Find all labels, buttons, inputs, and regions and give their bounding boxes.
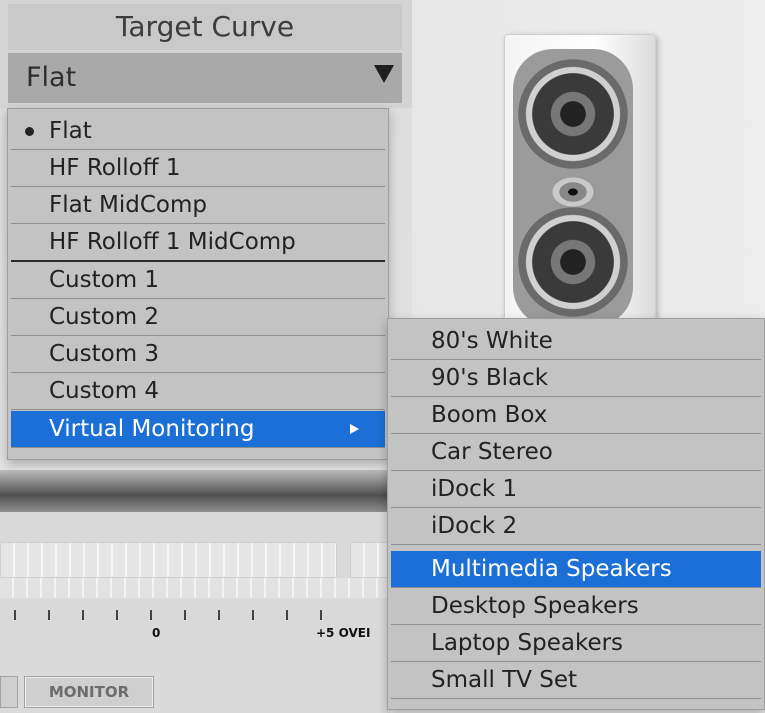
submenu-item-multimedia-speakers[interactable]: Multimedia Speakers (391, 551, 761, 588)
speaker-face (513, 49, 633, 327)
woofer-top (518, 59, 628, 169)
level-meter-small (350, 542, 392, 578)
menu-item-label: Custom 3 (49, 341, 160, 367)
checked-bullet-icon (25, 127, 34, 136)
menu-item-label: Virtual Monitoring (49, 416, 255, 442)
menu-item-custom-3[interactable]: Custom 3 (11, 336, 385, 373)
chevron-down-icon (374, 65, 394, 83)
submenu-item-label: iDock 2 (431, 513, 518, 539)
level-meter (0, 542, 337, 578)
menu-item-custom-2[interactable]: Custom 2 (11, 299, 385, 336)
submenu-item-small-tv-set[interactable]: Small TV Set (391, 662, 761, 699)
target-curve-title: Target Curve (8, 4, 402, 50)
menu-item-flat-midcomp[interactable]: Flat MidComp (11, 187, 385, 224)
submenu-arrow-icon (350, 424, 359, 434)
target-curve-panel: Target Curve Flat (0, 0, 413, 108)
monitor-button[interactable]: MONITOR (24, 676, 154, 708)
submenu-item-label: iDock 1 (431, 476, 518, 502)
speaker-image (504, 34, 656, 336)
divider-bar (0, 470, 390, 512)
target-curve-menu: Flat HF Rolloff 1 Flat MidComp HF Rollof… (7, 108, 389, 460)
target-curve-dropdown[interactable]: Flat (8, 52, 402, 103)
menu-item-hf-rolloff-1-midcomp[interactable]: HF Rolloff 1 MidComp (11, 224, 385, 262)
menu-item-label: Flat MidComp (49, 192, 208, 218)
submenu-item-label: 80's White (431, 328, 553, 354)
meter-ticks (14, 610, 334, 620)
submenu-item-label: Car Stereo (431, 439, 553, 465)
menu-item-label: Flat (49, 118, 92, 144)
submenu-item-80s-white[interactable]: 80's White (391, 323, 761, 360)
menu-item-label: Custom 2 (49, 304, 160, 330)
submenu-item-90s-black[interactable]: 90's Black (391, 360, 761, 397)
woofer-bottom (518, 207, 628, 317)
virtual-monitoring-submenu: 80's White 90's Black Boom Box Car Stere… (387, 318, 765, 710)
menu-item-label: Custom 4 (49, 378, 160, 404)
menu-item-label: HF Rolloff 1 MidComp (49, 229, 296, 255)
menu-item-virtual-monitoring[interactable]: Virtual Monitoring (11, 411, 385, 448)
submenu-item-label: Multimedia Speakers (431, 556, 672, 582)
left-edge-button[interactable] (0, 676, 18, 708)
menu-item-label: HF Rolloff 1 (49, 155, 181, 181)
meter-label-plus5: +5 OVEI (316, 626, 371, 640)
submenu-item-label: Boom Box (431, 402, 548, 428)
submenu-item-label: Desktop Speakers (431, 593, 639, 619)
submenu-item-label: Small TV Set (431, 667, 578, 693)
submenu-item-idock-2[interactable]: iDock 2 (391, 508, 761, 545)
submenu-item-idock-1[interactable]: iDock 1 (391, 471, 761, 508)
menu-item-flat[interactable]: Flat (11, 113, 385, 150)
target-curve-value: Flat (26, 62, 77, 93)
speaker-preview (412, 0, 765, 336)
level-meter-lower (0, 578, 390, 598)
submenu-item-desktop-speakers[interactable]: Desktop Speakers (391, 588, 761, 625)
menu-item-custom-1[interactable]: Custom 1 (11, 262, 385, 299)
meter-label-zero: 0 (152, 626, 161, 640)
submenu-item-label: Laptop Speakers (431, 630, 624, 656)
submenu-item-laptop-speakers[interactable]: Laptop Speakers (391, 625, 761, 662)
submenu-item-boom-box[interactable]: Boom Box (391, 397, 761, 434)
menu-item-custom-4[interactable]: Custom 4 (11, 373, 385, 410)
submenu-item-label: 90's Black (431, 365, 549, 391)
submenu-item-car-stereo[interactable]: Car Stereo (391, 434, 761, 471)
menu-item-hf-rolloff-1[interactable]: HF Rolloff 1 (11, 150, 385, 187)
tweeter (549, 175, 597, 209)
menu-item-label: Custom 1 (49, 267, 160, 293)
